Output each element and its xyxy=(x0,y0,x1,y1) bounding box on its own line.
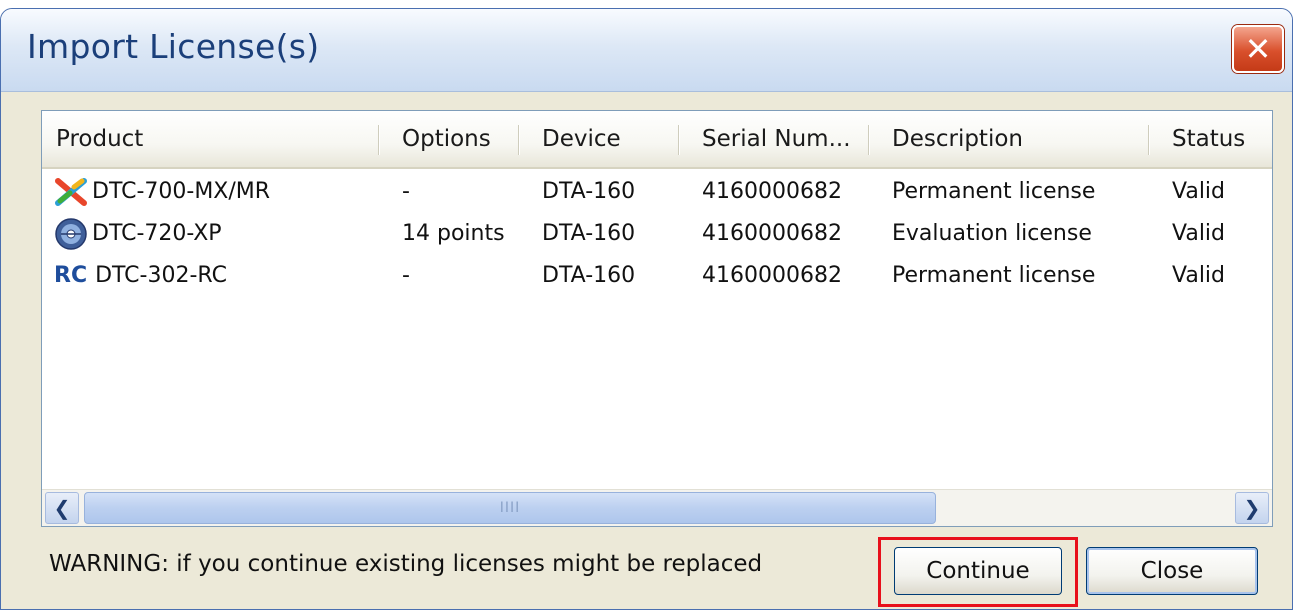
grip-icon: IIII xyxy=(499,500,521,516)
device-value: DTA-160 xyxy=(542,221,636,246)
close-button[interactable]: Close xyxy=(1086,547,1258,595)
dialog-title: Import License(s) xyxy=(27,27,320,66)
chevron-right-icon: ❯ xyxy=(1243,496,1261,520)
title-bar[interactable]: Import License(s) ✕ xyxy=(1,9,1292,92)
column-header-description[interactable]: Description xyxy=(878,111,1148,167)
column-header-serial[interactable]: Serial Num... xyxy=(688,111,868,167)
chevron-left-icon: ❮ xyxy=(53,496,71,520)
column-header-status[interactable]: Status xyxy=(1158,111,1272,167)
rc-icon: RC xyxy=(54,263,88,288)
table-row[interactable]: DTC-700-MX/MR - DTA-160 4160000682 Perma… xyxy=(42,171,1272,213)
status-value: Valid xyxy=(1172,179,1226,204)
replace-warning-text: WARNING: if you continue existing licens… xyxy=(49,551,763,577)
description-value: Permanent license xyxy=(892,179,1096,204)
column-header-options[interactable]: Options xyxy=(388,111,518,167)
options-value: - xyxy=(402,263,410,288)
list-header: Product Options Device Serial Num... Des… xyxy=(42,111,1272,169)
status-value: Valid xyxy=(1172,221,1226,246)
serial-value: 4160000682 xyxy=(702,221,842,246)
device-value: DTA-160 xyxy=(542,263,636,288)
scroll-left-button[interactable]: ❮ xyxy=(45,492,79,524)
globe-disc-icon xyxy=(54,217,88,251)
options-value: - xyxy=(402,179,410,204)
horizontal-scrollbar[interactable]: ❮ IIII ❯ xyxy=(42,489,1272,526)
close-window-button[interactable]: ✕ xyxy=(1232,25,1284,73)
multicolor-x-icon xyxy=(54,175,88,209)
device-value: DTA-160 xyxy=(542,179,636,204)
serial-value: 4160000682 xyxy=(702,263,842,288)
product-name: DTC-302-RC xyxy=(95,263,227,288)
license-list[interactable]: Product Options Device Serial Num... Des… xyxy=(41,110,1273,527)
description-value: Permanent license xyxy=(892,263,1096,288)
continue-button[interactable]: Continue xyxy=(894,547,1062,595)
description-value: Evaluation license xyxy=(892,221,1092,246)
serial-value: 4160000682 xyxy=(702,179,842,204)
column-header-device[interactable]: Device xyxy=(528,111,678,167)
scrollbar-thumb[interactable]: IIII xyxy=(84,492,936,524)
scroll-right-button[interactable]: ❯ xyxy=(1235,492,1269,524)
product-name: DTC-700-MX/MR xyxy=(92,179,271,204)
options-value: 14 points xyxy=(402,221,505,246)
status-value: Valid xyxy=(1172,263,1226,288)
close-icon: ✕ xyxy=(1244,30,1272,68)
column-header-product[interactable]: Product xyxy=(42,111,378,167)
table-row[interactable]: DTC-720-XP 14 points DTA-160 4160000682 … xyxy=(42,213,1272,255)
import-license-dialog: Import License(s) ✕ Product Options Devi… xyxy=(0,8,1293,610)
table-row[interactable]: RC DTC-302-RC - DTA-160 4160000682 Perma… xyxy=(42,255,1272,297)
product-name: DTC-720-XP xyxy=(92,221,222,246)
